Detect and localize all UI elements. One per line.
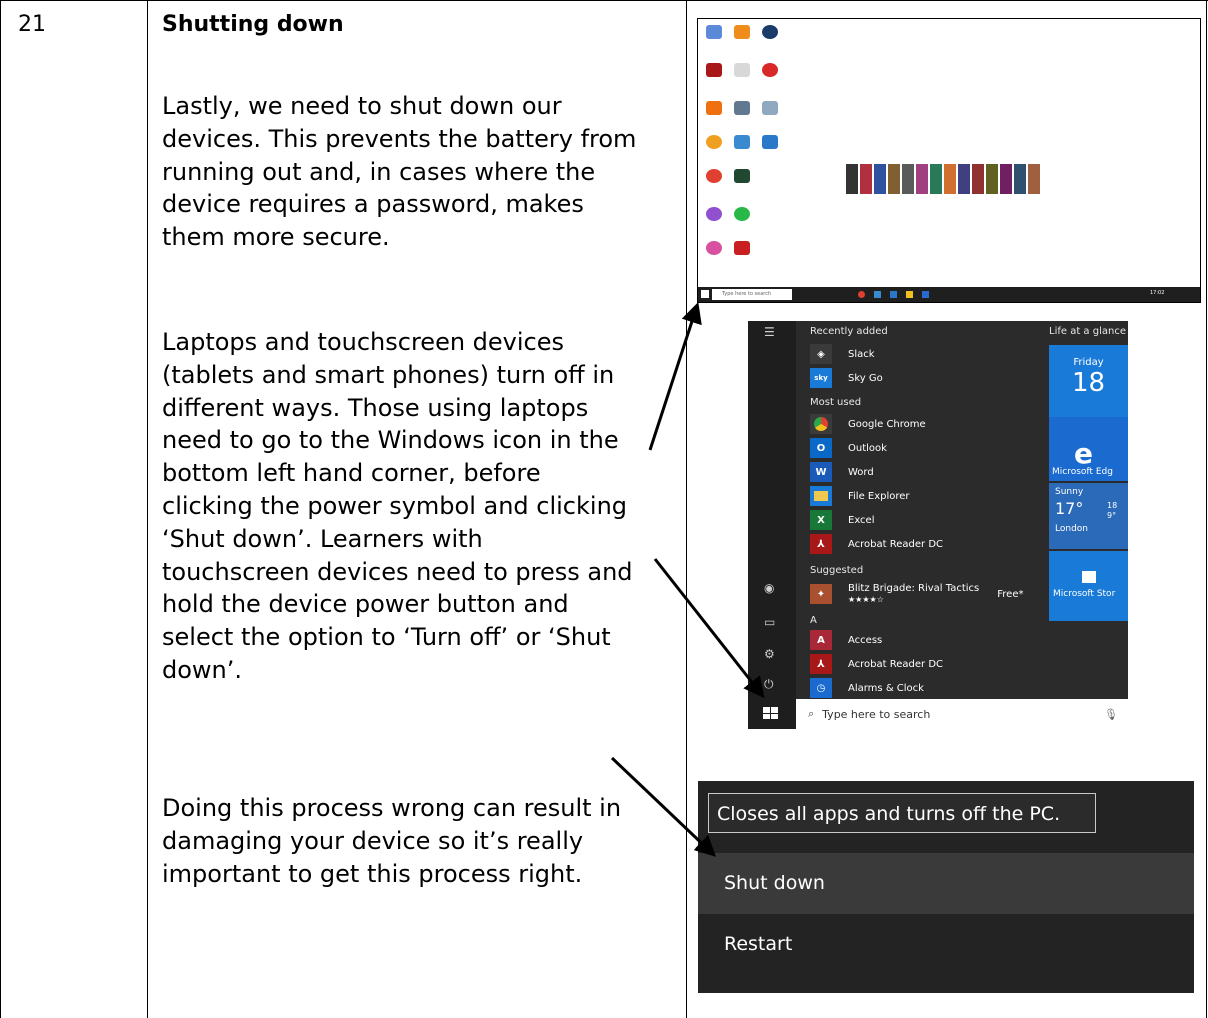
arrows-overlay [610,302,765,857]
arrow [610,756,717,857]
arrow [648,302,702,451]
arrow [653,558,765,699]
